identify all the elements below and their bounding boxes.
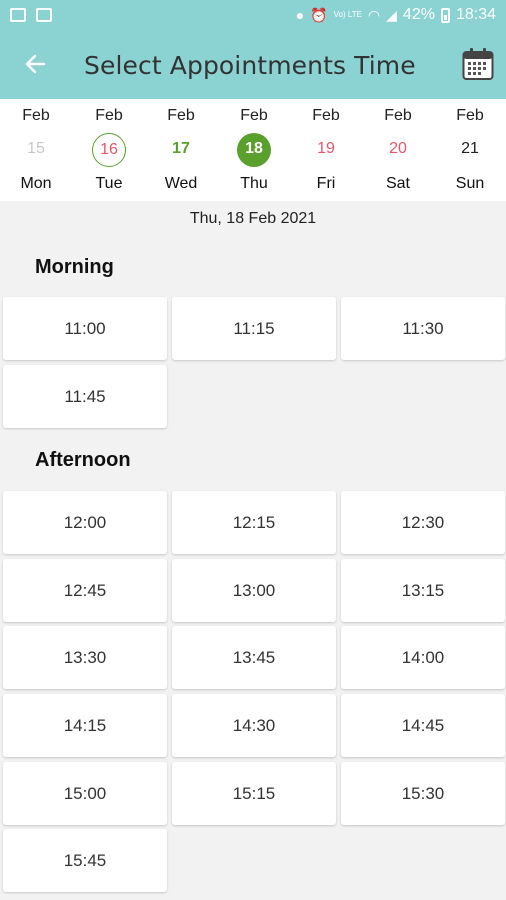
time-slot[interactable]: 14:30 bbox=[172, 694, 336, 757]
volte-icon: Vo) LTE bbox=[333, 10, 362, 19]
date-strip: Feb 15 Mon Feb 16 Tue Feb 17 Wed Feb 18 … bbox=[0, 99, 506, 201]
date-number: 16 bbox=[92, 133, 126, 167]
time-slot[interactable]: 15:15 bbox=[172, 762, 336, 825]
date-number: 19 bbox=[317, 140, 335, 157]
date-number: 17 bbox=[172, 140, 190, 157]
time-slot[interactable]: 14:15 bbox=[3, 694, 167, 757]
date-month: Feb bbox=[456, 107, 484, 124]
arrow-left-icon bbox=[25, 54, 46, 74]
time-slot[interactable]: 14:00 bbox=[341, 626, 505, 689]
time-slot[interactable]: 12:00 bbox=[3, 491, 167, 554]
status-bar: ● ⏰ Vo) LTE ◠ ◢ 42% 18:34 bbox=[0, 0, 506, 32]
time-slot[interactable]: 11:00 bbox=[3, 297, 167, 360]
alarm-icon: ⏰ bbox=[310, 7, 328, 23]
date-item[interactable]: Feb 19 Fri bbox=[290, 99, 362, 201]
date-month: Feb bbox=[312, 107, 340, 124]
battery-percent: 42% bbox=[402, 6, 435, 23]
time-slot[interactable]: 11:30 bbox=[341, 297, 505, 360]
time-slot[interactable]: 15:45 bbox=[3, 829, 167, 892]
date-item[interactable]: Feb 20 Sat bbox=[362, 99, 434, 201]
time-slot[interactable]: 11:45 bbox=[3, 365, 167, 428]
date-month: Feb bbox=[167, 107, 195, 124]
date-month: Feb bbox=[240, 107, 268, 124]
date-weekday: Mon bbox=[20, 175, 52, 192]
app-bar: ● ⏰ Vo) LTE ◠ ◢ 42% 18:34 Select Appoint… bbox=[0, 0, 506, 99]
selected-date-label: Thu, 18 Feb 2021 bbox=[189, 210, 317, 227]
time-slot[interactable]: 12:45 bbox=[3, 559, 167, 622]
time-slot[interactable]: 12:30 bbox=[341, 491, 505, 554]
location-icon: ● bbox=[295, 7, 305, 23]
page-title: Select Appointments Time bbox=[84, 51, 416, 80]
time-slot[interactable]: 11:15 bbox=[172, 297, 336, 360]
date-weekday: Tue bbox=[95, 175, 123, 192]
date-weekday: Sat bbox=[385, 175, 410, 192]
date-number: 15 bbox=[27, 140, 45, 157]
battery-icon bbox=[440, 7, 450, 23]
time-slot[interactable]: 12:15 bbox=[172, 491, 336, 554]
time-slot[interactable]: 13:00 bbox=[172, 559, 336, 622]
calendar-button[interactable] bbox=[462, 47, 494, 81]
date-month: Feb bbox=[384, 107, 412, 124]
date-weekday: Sun bbox=[455, 175, 485, 192]
signal-icon: ◢ bbox=[386, 7, 397, 23]
back-button[interactable] bbox=[18, 46, 54, 82]
date-item[interactable]: Feb 21 Sun bbox=[434, 99, 506, 201]
time-slot[interactable]: 13:30 bbox=[3, 626, 167, 689]
wifi-icon: ◠ bbox=[367, 7, 381, 23]
date-item[interactable]: Feb 15 Mon bbox=[0, 99, 72, 201]
date-weekday: Fri bbox=[316, 175, 336, 192]
section-title-morning: Morning bbox=[35, 256, 114, 278]
time-slot[interactable]: 13:45 bbox=[172, 626, 336, 689]
date-number-selected: 18 bbox=[237, 133, 271, 167]
time-slot[interactable]: 15:00 bbox=[3, 762, 167, 825]
toolbar: Select Appointments Time bbox=[0, 32, 506, 99]
date-item[interactable]: Feb 16 Tue bbox=[73, 99, 145, 201]
date-month: Feb bbox=[95, 107, 123, 124]
section-title-afternoon: Afternoon bbox=[35, 449, 131, 471]
date-weekday: Thu bbox=[240, 175, 268, 192]
date-month: Feb bbox=[22, 107, 50, 124]
gallery-notification-icon bbox=[10, 8, 26, 22]
time-slot[interactable]: 14:45 bbox=[341, 694, 505, 757]
date-number: 21 bbox=[461, 140, 479, 157]
status-time: 18:34 bbox=[455, 6, 496, 23]
chart-notification-icon bbox=[36, 8, 52, 22]
time-slot[interactable]: 13:15 bbox=[341, 559, 505, 622]
date-number: 20 bbox=[389, 140, 407, 157]
date-weekday: Wed bbox=[164, 175, 198, 192]
calendar-icon bbox=[462, 48, 494, 80]
date-item[interactable]: Feb 18 Thu bbox=[218, 99, 290, 201]
time-slot[interactable]: 15:30 bbox=[341, 762, 505, 825]
date-item[interactable]: Feb 17 Wed bbox=[145, 99, 217, 201]
